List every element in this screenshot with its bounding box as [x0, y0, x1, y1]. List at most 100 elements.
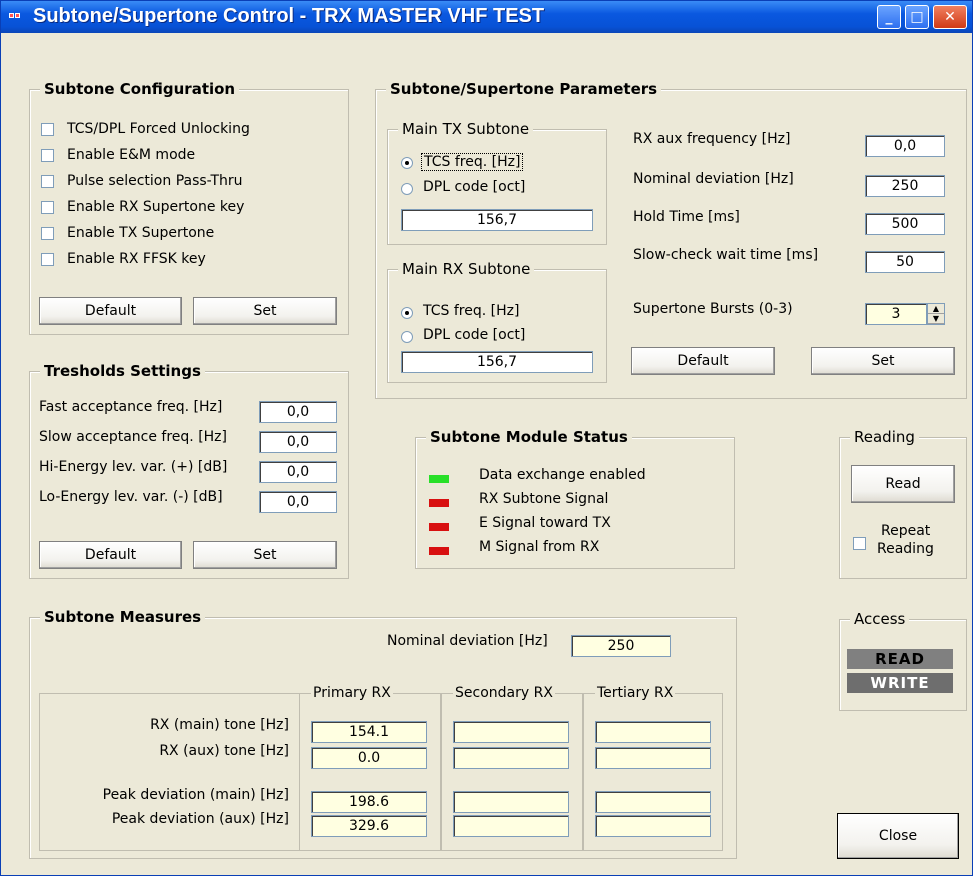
param-value-field[interactable]: 0,0 [865, 135, 945, 157]
group-title: Main TX Subtone [398, 120, 534, 138]
bursts-spinner[interactable]: ▲ ▼ [927, 303, 945, 325]
param-label: Hold Time [ms] [633, 209, 740, 225]
measure-value-field: 154.1 [311, 721, 427, 743]
group-title: Subtone/Supertone Parameters [386, 80, 662, 98]
repeat-label: Repeat [881, 523, 931, 539]
measure-value-field: 329.6 [311, 815, 427, 837]
param-label: Nominal deviation [Hz] [633, 171, 794, 187]
measure-row-label: RX (main) tone [Hz] [150, 717, 289, 733]
measure-value-field [595, 747, 711, 769]
measure-column-header: Tertiary RX [595, 685, 676, 701]
config-option-label: TCS/DPL Forced Unlocking [67, 121, 250, 137]
threshold-value-field[interactable]: 0,0 [259, 431, 337, 453]
rx-tcs-radio[interactable] [401, 307, 413, 319]
spin-down-icon[interactable]: ▼ [928, 314, 944, 324]
config-option-checkbox[interactable] [41, 227, 54, 240]
group-title: Subtone Measures [40, 608, 206, 626]
rx-tcs-label: TCS freq. [Hz] [423, 303, 520, 319]
params-default-button[interactable]: Default [631, 347, 775, 375]
config-option-label: Enable RX FFSK key [67, 251, 206, 267]
measure-column-header: Primary RX [311, 685, 393, 701]
reading-group: Reading [839, 428, 967, 579]
tx-tcs-radio[interactable] [401, 157, 413, 169]
threshold-label: Lo-Energy lev. var. (-) [dB] [39, 489, 223, 505]
threshold-label: Fast acceptance freq. [Hz] [39, 399, 223, 415]
spin-up-icon[interactable]: ▲ [928, 304, 944, 314]
minimize-button[interactable]: _ [877, 5, 901, 29]
measure-value-field [453, 721, 569, 743]
config-option-label: Pulse selection Pass-Thru [67, 173, 243, 189]
app-icon [9, 11, 23, 21]
close-button[interactable]: Close [837, 813, 959, 859]
group-title: Tresholds Settings [40, 362, 205, 380]
config-option-checkbox[interactable] [41, 253, 54, 266]
supertone-bursts-label: Supertone Bursts (0-3) [633, 301, 793, 317]
read-button[interactable]: Read [851, 465, 955, 503]
threshold-value-field[interactable]: 0,0 [259, 401, 337, 423]
measure-value-field: 198.6 [311, 791, 427, 813]
rx-subtone-value-field[interactable]: 156,7 [401, 351, 593, 373]
status-led-indicator [429, 475, 449, 483]
tx-dpl-label: DPL code [oct] [423, 179, 526, 195]
status-led-indicator [429, 499, 449, 507]
access-read-indicator: READ [847, 649, 953, 669]
config-option-checkbox[interactable] [41, 123, 54, 136]
config-option-checkbox[interactable] [41, 149, 54, 162]
tx-dpl-radio[interactable] [401, 183, 413, 195]
thresholds-set-button[interactable]: Set [193, 541, 337, 569]
rx-dpl-radio[interactable] [401, 331, 413, 343]
nominal-deviation-label: Nominal deviation [Hz] [387, 633, 548, 649]
measure-value-field [453, 791, 569, 813]
nominal-deviation-field[interactable]: 250 [571, 635, 671, 657]
config-option-label: Enable E&M mode [67, 147, 196, 163]
subtone-control-window: Subtone/Supertone Control - TRX MASTER V… [0, 0, 973, 876]
maximize-button[interactable]: □ [905, 5, 929, 29]
status-led-indicator [429, 523, 449, 531]
config-option-checkbox[interactable] [41, 201, 54, 214]
measure-value-field [595, 721, 711, 743]
status-label: RX Subtone Signal [479, 491, 609, 507]
threshold-value-field[interactable]: 0,0 [259, 491, 337, 513]
status-led-indicator [429, 547, 449, 555]
measure-value-field [595, 815, 711, 837]
tx-tcs-label: TCS freq. [Hz] [421, 153, 524, 171]
group-title: Subtone Configuration [40, 80, 240, 98]
tx-subtone-value-field[interactable]: 156,7 [401, 209, 593, 231]
measure-value-field [453, 747, 569, 769]
repeat-reading-checkbox[interactable] [853, 537, 866, 550]
config-default-button[interactable]: Default [39, 297, 182, 325]
param-value-field[interactable]: 500 [865, 213, 945, 235]
config-option-label: Enable TX Supertone [67, 225, 215, 241]
measure-row-label: Peak deviation (main) [Hz] [102, 787, 289, 803]
param-value-field[interactable]: 250 [865, 175, 945, 197]
group-title: Reading [850, 428, 919, 446]
param-label: Slow-check wait time [ms] [633, 247, 819, 263]
thresholds-default-button[interactable]: Default [39, 541, 182, 569]
params-set-button[interactable]: Set [811, 347, 955, 375]
window-title: Subtone/Supertone Control - TRX MASTER V… [33, 5, 545, 27]
reading-label: Reading [877, 541, 934, 557]
supertone-bursts-field[interactable]: 3 [865, 303, 927, 325]
threshold-label: Slow acceptance freq. [Hz] [39, 429, 227, 445]
threshold-value-field[interactable]: 0,0 [259, 461, 337, 483]
measure-value-field [595, 791, 711, 813]
close-window-button[interactable]: ✕ [933, 5, 967, 29]
measure-value-field: 0.0 [311, 747, 427, 769]
status-label: Data exchange enabled [479, 467, 646, 483]
param-value-field[interactable]: 50 [865, 251, 945, 273]
measure-value-field [453, 815, 569, 837]
status-label: M Signal from RX [479, 539, 600, 555]
access-write-indicator: WRITE [847, 673, 953, 693]
group-title: Access [850, 610, 910, 628]
config-option-checkbox[interactable] [41, 175, 54, 188]
group-title: Subtone Module Status [426, 428, 632, 446]
config-option-label: Enable RX Supertone key [67, 199, 245, 215]
measure-row-label: Peak deviation (aux) [Hz] [111, 811, 289, 827]
config-set-button[interactable]: Set [193, 297, 337, 325]
rx-dpl-label: DPL code [oct] [423, 327, 526, 343]
threshold-label: Hi-Energy lev. var. (+) [dB] [39, 459, 228, 475]
param-label: RX aux frequency [Hz] [633, 131, 791, 147]
title-bar[interactable]: Subtone/Supertone Control - TRX MASTER V… [1, 1, 972, 33]
status-label: E Signal toward TX [479, 515, 611, 531]
measure-column-header: Secondary RX [453, 685, 555, 701]
